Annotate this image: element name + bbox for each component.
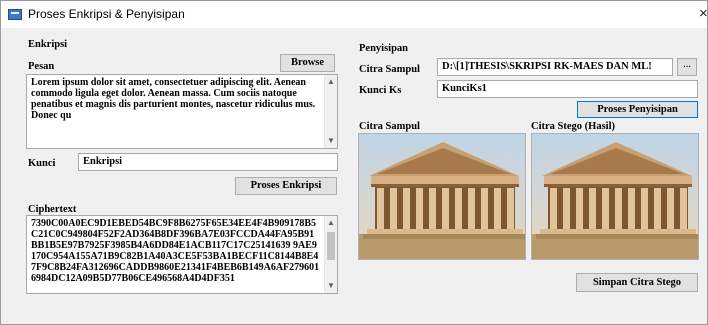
citra-sampul-path-field[interactable]: D:\[1]THESIS\SKRIPSI RK-MAES DAN ML! (437, 58, 673, 76)
citra-sampul-image (358, 133, 526, 260)
browse-image-button[interactable]: ... (677, 58, 697, 76)
pesan-textarea[interactable]: Lorem ipsum dolor sit amet, consectetuer… (26, 74, 338, 149)
temple-image-cover (359, 134, 525, 259)
pesan-scrollbar[interactable]: ▲ ▼ (324, 75, 337, 148)
kunci-ks-label: Kunci Ks (359, 85, 402, 96)
simpan-citra-stego-button[interactable]: Simpan Citra Stego (576, 273, 698, 292)
pesan-label: Pesan (28, 61, 55, 72)
ciphertext-label: Ciphertext (28, 204, 77, 215)
ciphertext-text: 7390C00A0EC9D1EBED54BC9F8B6275F65E34EE4F… (31, 218, 320, 284)
scroll-up-arrow-icon[interactable]: ▲ (325, 216, 337, 230)
proses-enkripsi-button[interactable]: Proses Enkripsi (235, 177, 337, 195)
scroll-down-arrow-icon[interactable]: ▼ (325, 134, 337, 148)
pesan-text: Lorem ipsum dolor sit amet, consectetuer… (31, 77, 316, 121)
browse-button[interactable]: Browse (280, 54, 335, 72)
penyisipan-group-label: Penyisipan (359, 43, 409, 54)
citra-sampul-image-label: Citra Sampul (359, 121, 420, 132)
window-title: Proses Enkripsi & Penyisipan (28, 7, 185, 21)
kunci-ks-field[interactable]: KunciKs1 (437, 80, 698, 98)
temple-image-stego (532, 134, 698, 259)
citra-stego-image-label: Citra Stego (Hasil) (531, 121, 615, 132)
ciphertext-scrollbar[interactable]: ▲ ▼ (324, 216, 337, 293)
scrollbar-thumb[interactable] (327, 232, 335, 260)
main-window: Proses Enkripsi & Penyisipan × Enkripsi … (0, 0, 708, 325)
title-bar: Proses Enkripsi & Penyisipan × (1, 1, 708, 28)
kunci-field[interactable]: Enkripsi (78, 153, 338, 171)
kunci-label: Kunci (28, 158, 56, 169)
scroll-down-arrow-icon[interactable]: ▼ (325, 279, 337, 293)
ciphertext-textarea[interactable]: 7390C00A0EC9D1EBED54BC9F8B6275F65E34EE4F… (26, 215, 338, 294)
citra-stego-image (531, 133, 699, 260)
app-window-icon (8, 9, 22, 20)
close-button[interactable]: × (699, 4, 708, 24)
enkripsi-group-label: Enkripsi (28, 39, 68, 50)
citra-sampul-label: Citra Sampul (359, 64, 420, 75)
scroll-up-arrow-icon[interactable]: ▲ (325, 75, 337, 89)
proses-penyisipan-button[interactable]: Proses Penyisipan (577, 101, 698, 118)
